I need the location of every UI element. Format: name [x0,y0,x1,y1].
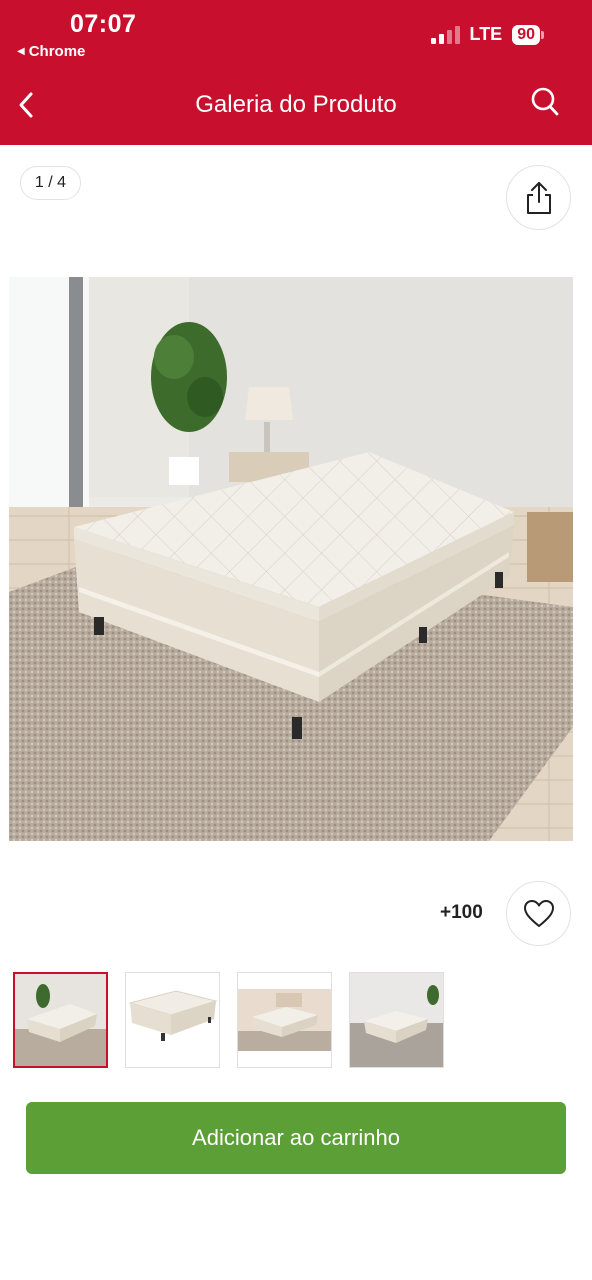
thumbnail-strip [13,972,444,1068]
search-button[interactable] [528,84,562,120]
thumbnail-image [15,974,106,1066]
thumbnail-3[interactable] [237,972,332,1068]
thumbnail-image [126,973,219,1067]
battery-level: 90 [512,24,540,45]
favorite-button[interactable] [506,881,571,946]
thumbnail-2[interactable] [125,972,220,1068]
mattress-photo [9,277,573,841]
battery-icon: 90 [512,24,544,45]
share-button[interactable] [506,165,571,230]
page-title: Galeria do Produto [195,91,397,118]
likes-count: +100 [440,902,483,923]
heart-icon [523,899,554,927]
status-indicators: LTE 90 [430,24,544,45]
thumbnail-image [350,973,443,1067]
app-header: 07:07 ◀ Chrome LTE 90 Galeria do Produto [0,0,592,145]
add-to-cart-button[interactable]: Adicionar ao carrinho [26,1102,566,1174]
image-counter: 1 / 4 [20,166,81,200]
status-time: 07:07 [70,10,137,38]
back-triangle-icon: ◀ [17,46,25,57]
thumbnail-1[interactable] [13,972,108,1068]
search-icon [531,87,559,116]
network-label: LTE [469,24,503,44]
product-main-image[interactable] [9,277,573,841]
thumbnail-image [238,973,331,1067]
thumbnail-4[interactable] [349,972,444,1068]
signal-icon [430,25,460,44]
back-to-app[interactable]: ◀ Chrome [17,43,85,60]
share-icon [526,181,551,214]
back-app-label: Chrome [28,43,86,60]
